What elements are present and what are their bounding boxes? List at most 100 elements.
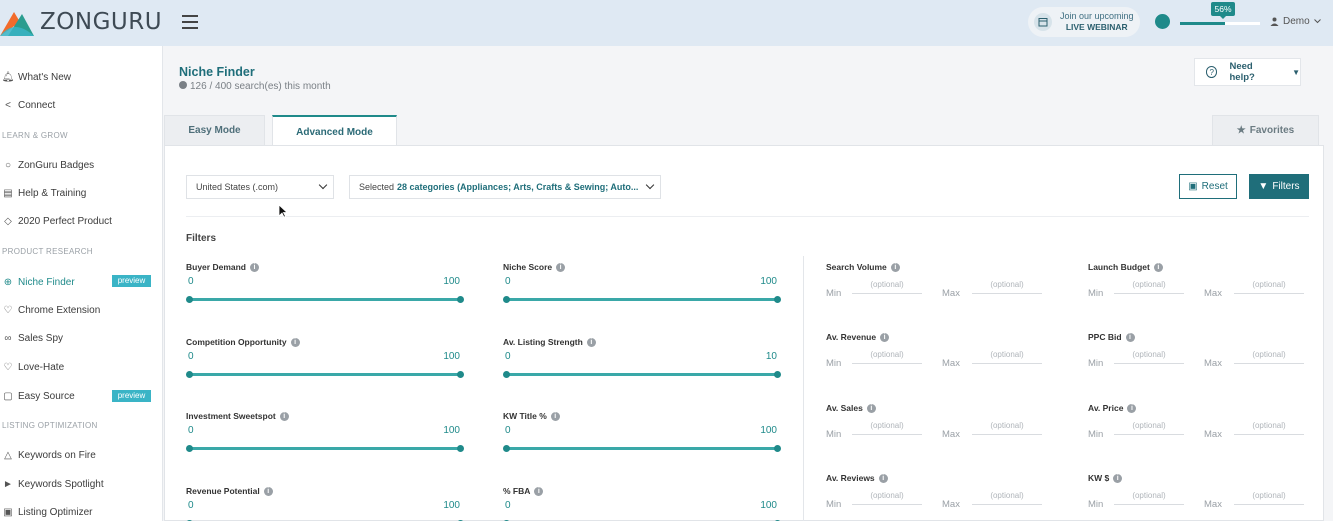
divider — [803, 256, 804, 521]
slider-max-handle[interactable] — [774, 445, 781, 452]
sidebar-item-easy-source[interactable]: ▢ Easy Source — [0, 386, 74, 406]
info-icon — [179, 81, 187, 89]
reset-button[interactable]: ▣ Reset — [1179, 174, 1237, 199]
tab-easy-mode[interactable]: Easy Mode — [164, 115, 265, 146]
info-icon: i — [866, 404, 876, 414]
slider-max-value: 100 — [760, 500, 777, 511]
graduation-icon — [1155, 14, 1170, 29]
slider-min-handle[interactable] — [503, 296, 510, 303]
slider-label: Av. Listing Strength i — [503, 337, 596, 348]
slider-min-value: 0 — [188, 500, 194, 511]
slider-max-handle[interactable] — [457, 371, 464, 378]
min-label: Min — [826, 288, 842, 299]
need-help-button[interactable]: ? Need help? ▼ — [1194, 58, 1301, 86]
box-icon: ▢ — [3, 390, 13, 402]
sidebar-item-niche-finder[interactable]: ⊕ Niche Finder — [0, 272, 75, 292]
max-input[interactable]: (optional) — [1234, 491, 1304, 505]
min-input[interactable]: (optional) — [852, 350, 922, 364]
max-label: Max — [1204, 358, 1222, 369]
logo[interactable]: ZONGURU — [0, 6, 162, 38]
slider-min-value: 0 — [505, 425, 511, 436]
slider-max-handle[interactable] — [457, 296, 464, 303]
sidebar-item-perfect-product[interactable]: ◇ 2020 Perfect Product — [0, 211, 112, 231]
max-input[interactable]: (optional) — [1234, 421, 1304, 435]
max-input[interactable]: (optional) — [972, 350, 1042, 364]
sidebar-item-connect[interactable]: < Connect — [0, 95, 55, 115]
progress-fill — [1180, 22, 1225, 25]
min-input[interactable]: (optional) — [1114, 421, 1184, 435]
book-icon: ▤ — [3, 187, 13, 199]
sidebar-item-listing-optimizer[interactable]: ▣ Listing Optimizer — [0, 502, 92, 521]
category-select[interactable]: Selected 28 categories (Appliances; Arts… — [349, 175, 661, 199]
max-input[interactable]: (optional) — [1234, 280, 1304, 294]
chevron-down-icon — [1313, 19, 1321, 24]
range-slider[interactable] — [186, 445, 464, 452]
range-label: KW $ i — [1088, 473, 1123, 484]
info-icon: i — [880, 333, 890, 343]
slider-max-value: 100 — [443, 425, 460, 436]
sidebar-item-help[interactable]: ▤ Help & Training — [0, 183, 86, 203]
chevron-down-icon — [645, 180, 655, 190]
chevron-down-icon — [318, 180, 328, 190]
question-icon: ? — [1206, 66, 1218, 78]
max-input[interactable]: (optional) — [1234, 350, 1304, 364]
tab-advanced-mode[interactable]: Advanced Mode — [272, 115, 397, 147]
range-label: PPC Bid i — [1088, 332, 1135, 343]
range-label: Av. Sales i — [826, 403, 876, 414]
crosshair-icon: ⊕ — [3, 276, 13, 288]
range-slider[interactable] — [503, 296, 781, 303]
puzzle-icon: ♡ — [3, 304, 13, 316]
marketplace-select[interactable]: United States (.com) — [186, 175, 334, 199]
glasses-icon: ∞ — [4, 332, 12, 344]
range-slider[interactable] — [503, 445, 781, 452]
max-input[interactable]: (optional) — [972, 421, 1042, 435]
min-label: Min — [1088, 429, 1104, 440]
min-input[interactable]: (optional) — [1114, 280, 1184, 294]
min-input[interactable]: (optional) — [1114, 491, 1184, 505]
slider-min-handle[interactable] — [186, 445, 193, 452]
slider-min-handle[interactable] — [186, 371, 193, 378]
user-menu[interactable]: Demo — [1270, 16, 1321, 27]
webinar-button[interactable]: Join our upcoming LIVE WEBINAR — [1028, 7, 1140, 37]
slider-min-handle[interactable] — [503, 371, 510, 378]
sidebar-item-chrome-extension[interactable]: ♡ Chrome Extension — [0, 300, 101, 320]
mouse-cursor-icon — [278, 204, 288, 218]
min-input[interactable]: (optional) — [1114, 350, 1184, 364]
slider-max-value: 100 — [760, 276, 777, 287]
sidebar-item-keywords-on-fire[interactable]: △ Keywords on Fire — [0, 445, 96, 465]
slider-max-handle[interactable] — [457, 445, 464, 452]
sidebar-item-badges[interactable]: ○ ZonGuru Badges — [0, 155, 94, 175]
slider-min-value: 0 — [505, 351, 511, 362]
max-input[interactable]: (optional) — [972, 491, 1042, 505]
sidebar-item-whats-new[interactable]: 🔔︎ What's New — [0, 67, 71, 87]
caret-down-icon: ▼ — [1292, 67, 1300, 77]
filters-button[interactable]: ▼ Filters — [1249, 174, 1309, 199]
max-label: Max — [1204, 288, 1222, 299]
slider-label: % FBA i — [503, 486, 544, 497]
slider-label: Niche Score i — [503, 262, 566, 273]
menu-icon[interactable] — [182, 15, 198, 29]
slider-label: Buyer Demand i — [186, 262, 259, 273]
info-icon: i — [890, 263, 900, 273]
tab-favorites[interactable]: ★ Favorites — [1212, 115, 1319, 146]
slider-min-handle[interactable] — [503, 445, 510, 452]
info-icon: i — [1125, 333, 1135, 343]
min-input[interactable]: (optional) — [852, 280, 922, 294]
sidebar-item-keywords-spotlight[interactable]: ► Keywords Spotlight — [0, 474, 104, 494]
info-icon: i — [263, 487, 273, 497]
max-label: Max — [942, 429, 960, 440]
slider-max-handle[interactable] — [774, 296, 781, 303]
preview-badge: preview — [112, 275, 151, 287]
webinar-line1: Join our upcoming — [1060, 11, 1134, 21]
sidebar-item-sales-spy[interactable]: ∞ Sales Spy — [0, 328, 63, 348]
min-input[interactable]: (optional) — [852, 421, 922, 435]
slider-max-handle[interactable] — [774, 371, 781, 378]
range-slider[interactable] — [186, 371, 464, 378]
range-slider[interactable] — [186, 296, 464, 303]
sidebar-section-research: PRODUCT RESEARCH — [2, 247, 93, 256]
min-input[interactable]: (optional) — [852, 491, 922, 505]
range-slider[interactable] — [503, 371, 781, 378]
slider-min-handle[interactable] — [186, 296, 193, 303]
max-input[interactable]: (optional) — [972, 280, 1042, 294]
sidebar-item-love-hate[interactable]: ♡ Love-Hate — [0, 357, 65, 377]
